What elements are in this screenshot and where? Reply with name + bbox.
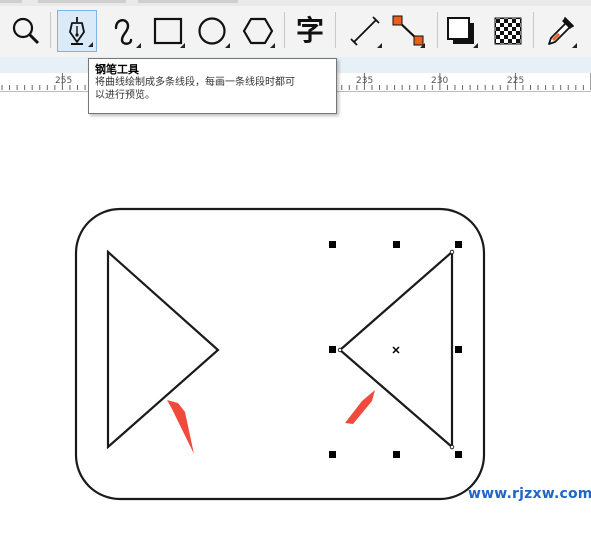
red-arrow-annotation-right bbox=[345, 390, 375, 424]
toolbar-separator bbox=[533, 12, 534, 48]
curve-icon bbox=[114, 19, 133, 45]
flyout-arrow-icon bbox=[270, 43, 275, 48]
selection-handle[interactable] bbox=[455, 451, 462, 458]
ruler-tick-label: 225 bbox=[507, 76, 525, 86]
selection-handle[interactable] bbox=[329, 241, 336, 248]
flyout-arrow-icon bbox=[572, 43, 577, 48]
text-glyph-icon: 字 bbox=[295, 14, 324, 47]
flyout-arrow-icon bbox=[88, 42, 93, 47]
dimension-tool-button[interactable] bbox=[345, 10, 385, 52]
flyout-arrow-icon bbox=[136, 43, 141, 48]
transparency-tool-button[interactable] bbox=[488, 10, 528, 52]
flyout-arrow-icon bbox=[377, 43, 382, 48]
flyout-arrow-icon bbox=[420, 43, 425, 48]
checkerboard-icon bbox=[494, 17, 522, 45]
drop-shadow-tool-button[interactable] bbox=[441, 10, 481, 52]
freehand-tool-button[interactable] bbox=[104, 10, 144, 52]
drawing-canvas[interactable] bbox=[0, 92, 591, 547]
flyout-arrow-icon bbox=[225, 43, 230, 48]
node-marker[interactable] bbox=[337, 347, 343, 353]
node-marker[interactable] bbox=[449, 444, 455, 450]
selection-handle[interactable] bbox=[329, 346, 336, 353]
ruler-tick-label: 230 bbox=[431, 76, 449, 86]
polygon-tool-button[interactable] bbox=[238, 10, 278, 52]
rectangle-tool-button[interactable] bbox=[148, 10, 188, 52]
center-marker-icon bbox=[392, 346, 400, 354]
ruler-tick-label: 255 bbox=[55, 76, 73, 86]
text-tool-button[interactable]: 字 bbox=[290, 10, 330, 52]
red-arrow-annotation-left bbox=[167, 400, 194, 454]
zoom-tool-button[interactable] bbox=[6, 10, 46, 52]
selection-handle[interactable] bbox=[329, 451, 336, 458]
selection-handles[interactable] bbox=[329, 241, 462, 458]
selection-handle[interactable] bbox=[455, 346, 462, 353]
node-marker[interactable] bbox=[449, 249, 455, 255]
toolbar-separator bbox=[50, 12, 51, 48]
toolbox: 字 bbox=[0, 0, 591, 58]
toolbar-separator bbox=[437, 12, 438, 48]
pen-tool-button[interactable] bbox=[57, 10, 97, 52]
selection-handle[interactable] bbox=[455, 241, 462, 248]
toolbar-top-strip bbox=[0, 0, 591, 6]
toolbar-separator bbox=[335, 12, 336, 48]
watermark-text: www.rjzxw.com bbox=[468, 486, 591, 502]
tooltip-description-line1: 将曲线绘制成多条线段，每画一条线段时都可 bbox=[95, 77, 295, 88]
tooltip-description-line2: 以进行预览。 bbox=[95, 90, 155, 101]
pen-tool-tooltip: 钢笔工具 将曲线绘制成多条线段，每画一条线段时都可 以进行预览。 bbox=[88, 58, 337, 114]
connector-tool-button[interactable] bbox=[388, 10, 428, 52]
flyout-arrow-icon bbox=[473, 43, 478, 48]
magnifier-icon bbox=[12, 17, 40, 45]
selection-handle[interactable] bbox=[393, 451, 400, 458]
ellipse-tool-button[interactable] bbox=[193, 10, 233, 52]
flyout-arrow-icon bbox=[180, 43, 185, 48]
eyedropper-tool-button[interactable] bbox=[540, 10, 580, 52]
ruler-tick-label: 235 bbox=[356, 76, 374, 86]
rounded-rectangle-shape[interactable] bbox=[74, 207, 486, 501]
selection-handle[interactable] bbox=[393, 241, 400, 248]
tooltip-title: 钢笔工具 bbox=[95, 63, 139, 76]
left-triangle-shape[interactable] bbox=[106, 249, 220, 450]
toolbar-separator bbox=[284, 12, 285, 48]
